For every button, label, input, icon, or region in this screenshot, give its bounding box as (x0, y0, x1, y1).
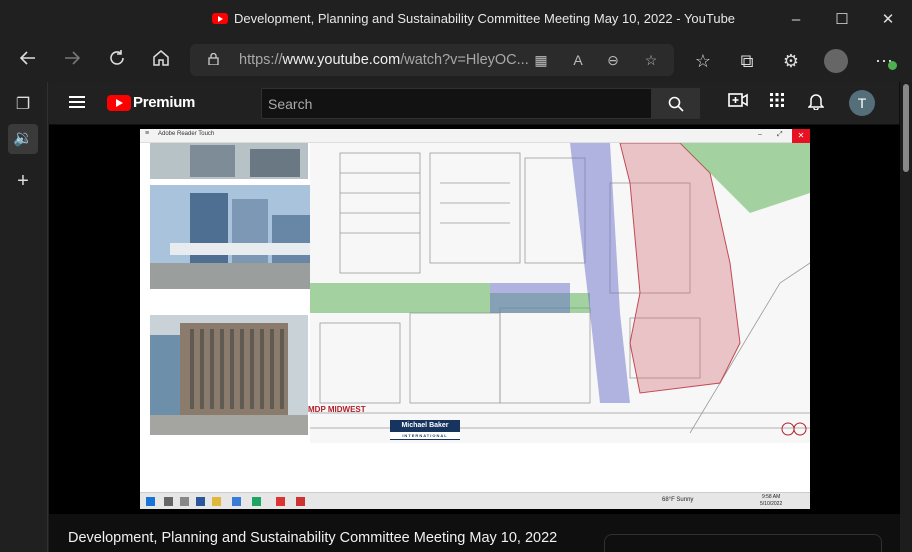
youtube-logo-icon[interactable] (107, 95, 131, 111)
acrobat-icon (276, 497, 285, 506)
scrollbar-thumb[interactable] (903, 84, 909, 172)
close-window-button[interactable]: ✕ (876, 8, 900, 32)
midwest-logo: MDP MIDWEST (308, 405, 366, 414)
favorite-add-icon[interactable]: ☆ (642, 51, 660, 69)
menu-icon[interactable] (69, 96, 85, 108)
weather-text: 68°F Sunny (662, 497, 694, 503)
clock-date: 5/10/2022 (760, 501, 783, 507)
lock-icon[interactable] (208, 53, 219, 65)
window-titlebar: Development, Planning and Sustainability… (0, 0, 912, 40)
zoom-out-icon[interactable]: ⊖ (604, 51, 622, 69)
building-rendering-middle (150, 185, 320, 289)
add-icon[interactable]: + (8, 166, 38, 196)
minimize-button[interactable]: – (784, 8, 808, 32)
video-title: Development, Planning and Sustainability… (68, 530, 558, 546)
reader-menu-icon: ≡ (145, 130, 150, 137)
collections-icon[interactable]: ⧉ (734, 48, 760, 74)
site-plan-drawing (310, 143, 810, 443)
browser-toolbar: https://www.youtube.com/watch?v=HleyOC..… (0, 40, 912, 82)
search-input[interactable] (262, 89, 651, 118)
forward-icon (65, 51, 81, 65)
create-icon[interactable] (727, 92, 749, 114)
side-panel (604, 534, 882, 552)
michael-baker-name: Michael Baker (401, 422, 449, 429)
apps-icon[interactable]: ▦ (532, 51, 550, 69)
youtube-premium-label[interactable]: Premium (133, 94, 195, 111)
search-icon (668, 96, 684, 112)
clock-time: 9:58 AM (761, 494, 781, 500)
apps-grid-icon[interactable] (766, 92, 788, 114)
address-bar[interactable]: https://www.youtube.com/watch?v=HleyOC..… (190, 44, 674, 76)
video-frame[interactable]: ≡ Adobe Reader Touch – ⤢ ✕ MDP MIDWEST M… (140, 129, 810, 509)
update-badge (888, 61, 897, 70)
home-button[interactable] (148, 48, 174, 74)
page-scrollbar[interactable] (900, 82, 912, 552)
tab-actions-icon[interactable]: ❐ (8, 90, 38, 120)
word-icon (196, 497, 205, 506)
search-button[interactable] (652, 88, 700, 119)
maximize-button[interactable]: ☐ (830, 8, 854, 32)
forward-button[interactable] (59, 48, 85, 74)
back-button[interactable] (15, 48, 41, 74)
youtube-favicon-icon (212, 13, 228, 24)
window-title-text: Development, Planning and Sustainability… (234, 11, 736, 26)
taskview-icon (180, 497, 189, 506)
reader-window-titlebar: ≡ Adobe Reader Touch – ⤢ ✕ (140, 129, 810, 143)
more-icon[interactable]: ⋯ (871, 48, 897, 74)
youtube-page: Premium T ≡ Adobe Reader Touch – ⤢ ✕ (49, 82, 912, 552)
michael-baker-logo: Michael Baker INTERNATIONAL (390, 420, 460, 440)
search-taskbar-icon (164, 497, 173, 506)
account-avatar[interactable]: T (849, 90, 875, 116)
building-rendering-top (150, 143, 308, 179)
url-domain: www.youtube.com (282, 52, 401, 68)
building-rendering-bottom (150, 315, 308, 435)
window-title: Development, Planning and Sustainability… (212, 11, 735, 26)
file-explorer-icon (212, 497, 221, 506)
browser-sidebar: ❐ 🔉 + (0, 82, 48, 552)
url-path: /watch?v=HleyOC... (400, 52, 529, 68)
michael-baker-subtitle: INTERNATIONAL (390, 432, 460, 439)
speaker-icon[interactable]: 🔉 (8, 124, 38, 154)
profile-avatar[interactable] (824, 49, 848, 73)
start-icon (146, 497, 155, 506)
reader-taskbar-icon (296, 497, 305, 506)
url-prefix: https:// (239, 52, 283, 68)
refresh-button[interactable] (104, 48, 130, 74)
refresh-icon (110, 50, 124, 65)
taskbar-clock: 9:58 AM 5/10/2022 (760, 494, 782, 508)
reader-maximize-icon: ⤢ (777, 131, 783, 138)
back-icon (19, 51, 35, 65)
read-aloud-icon[interactable]: A (569, 51, 587, 69)
extensions-icon[interactable]: ⚙ (778, 48, 804, 74)
reader-minimize-icon: – (758, 131, 762, 138)
search-box[interactable] (261, 88, 652, 119)
reader-title: Adobe Reader Touch (158, 131, 215, 137)
edge-icon (252, 497, 261, 506)
youtube-masthead: Premium T (49, 82, 899, 124)
video-meta: Development, Planning and Sustainability… (49, 514, 900, 552)
home-icon (153, 50, 169, 66)
outlook-icon (232, 497, 241, 506)
url-text[interactable]: https://www.youtube.com/watch?v=HleyOC..… (239, 52, 529, 68)
video-player[interactable]: ≡ Adobe Reader Touch – ⤢ ✕ MDP MIDWEST M… (49, 125, 900, 514)
video-windows-taskbar: 68°F Sunny 9:58 AM 5/10/2022 (140, 492, 810, 509)
notifications-bell-icon[interactable] (805, 92, 827, 114)
reader-close-icon: ✕ (792, 129, 810, 143)
favorites-icon[interactable]: ☆ (690, 48, 716, 74)
